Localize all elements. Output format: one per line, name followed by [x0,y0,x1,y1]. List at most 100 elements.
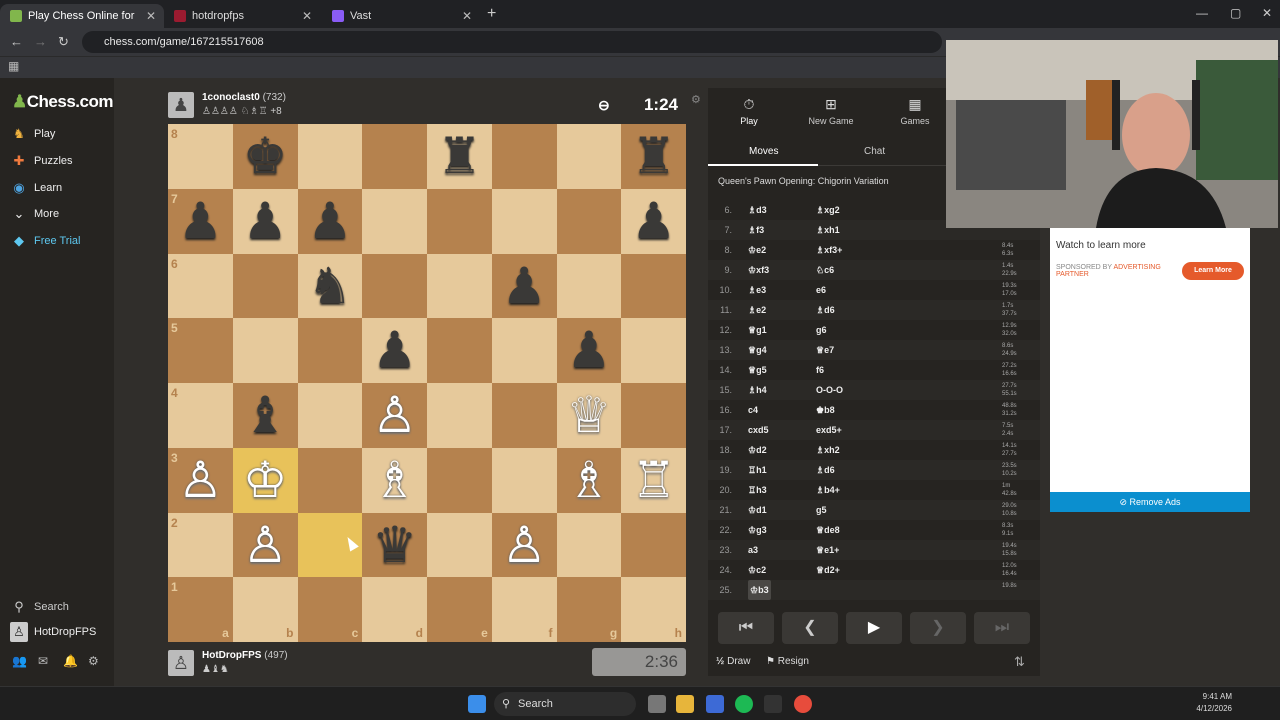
white-move[interactable]: ♗f3 [748,220,764,240]
forward-icon[interactable]: → [34,34,47,49]
white-move[interactable]: cxd5 [748,420,769,440]
square-a5[interactable]: 5 [168,318,233,383]
black-move[interactable]: ♗xh2 [816,440,840,460]
tab-vast[interactable]: Vast ✕ [322,4,480,28]
piece-d3[interactable]: ♗ [362,448,427,513]
square-f3[interactable] [491,447,557,513]
square-f4[interactable] [491,383,557,448]
apps-grid-icon[interactable]: ▦ [8,59,19,73]
spotify-icon[interactable] [735,695,753,713]
white-move[interactable]: ♖h1 [748,460,767,480]
windows-start-icon[interactable] [468,695,486,713]
url-field[interactable]: chess.com/game/167215517608 [82,31,942,53]
square-d8[interactable] [362,124,427,189]
square-h1[interactable]: h [621,577,686,642]
resign-button[interactable]: ⚑ Resign [766,656,809,667]
square-e3[interactable] [427,447,492,513]
piece-h3[interactable]: ♖ [621,448,686,513]
sidebar-item-learn[interactable]: ◉ Learn [10,178,62,198]
friends-icon[interactable]: 👥 [12,654,27,668]
black-move[interactable]: g6 [816,320,827,340]
black-move[interactable]: ♚b8 [816,400,835,420]
square-h6[interactable] [621,253,686,319]
piece-b7[interactable]: ♟ [233,189,298,254]
avatar[interactable]: ♟ [168,92,194,118]
tab-games[interactable]: ▦ Games [874,96,956,126]
square-c4[interactable] [297,383,363,448]
black-move[interactable]: f6 [816,360,824,380]
maximize-icon[interactable]: ▢ [1230,6,1241,20]
square-h2[interactable] [621,512,686,578]
white-move[interactable]: ♗d3 [748,200,767,220]
black-move[interactable]: ♗xh1 [816,220,840,240]
square-e1[interactable]: e [427,577,492,642]
piece-h8[interactable]: ♜ [621,124,686,189]
white-move[interactable]: ♔xf3 [748,260,769,280]
square-e2[interactable] [427,512,492,578]
black-move[interactable]: ♕e1+ [816,540,839,560]
square-d1[interactable]: d [362,577,427,642]
square-d6[interactable] [362,253,427,319]
notes-app-icon[interactable] [706,695,724,713]
black-move[interactable]: exd5+ [816,420,842,440]
file-explorer-icon[interactable] [676,695,694,713]
avatar[interactable]: ♙ [168,650,194,676]
square-f5[interactable] [491,318,557,383]
close-icon[interactable]: ✕ [462,4,472,28]
square-c1[interactable]: c [297,577,363,642]
piece-b2[interactable]: ♙ [233,513,298,578]
black-move[interactable]: ♗xg2 [816,200,840,220]
settings-icon[interactable]: ⚙ [691,93,701,106]
first-move-button[interactable]: ⏮ [718,612,774,644]
white-move[interactable]: ♔d1 [748,500,767,520]
square-a1[interactable]: 1a [168,577,233,642]
square-c3[interactable] [297,447,363,513]
square-e6[interactable] [427,253,492,319]
square-f7[interactable] [491,188,557,254]
draw-button[interactable]: ½ Draw [716,656,750,667]
black-move[interactable]: ♗b4+ [816,480,840,500]
next-move-button[interactable]: ❯ [910,612,966,644]
black-move[interactable]: ♕de8 [816,520,840,540]
black-move[interactable]: g5 [816,500,827,520]
square-b5[interactable] [232,318,298,383]
piece-g3[interactable]: ♗ [557,448,622,513]
sidebar-item-more[interactable]: ⌄ More [10,204,60,224]
white-move[interactable]: ♗h4 [748,380,767,400]
remove-ads-button[interactable]: ⊘ Remove Ads [1050,492,1250,512]
black-move[interactable]: ♗d6 [816,460,835,480]
sidebar-user[interactable]: ♙ HotDropFPS [10,622,96,642]
bottom-player-name[interactable]: HotDropFPS (497) [202,650,288,661]
black-move[interactable]: ♘c6 [816,260,834,280]
white-move[interactable]: ♔g3 [748,520,767,540]
white-move[interactable]: ♗e2 [748,300,766,320]
opening-name[interactable]: Queen's Pawn Opening: Chigorin Variation [718,176,889,186]
black-move[interactable]: ♕e7 [816,340,834,360]
piece-d2[interactable]: ♛ [362,513,427,578]
tab-play[interactable]: ⏱ Play [708,96,790,126]
task-view-icon[interactable] [648,695,666,713]
piece-d5[interactable]: ♟ [362,318,427,383]
taskbar-search[interactable]: ⚲ Search [494,692,636,716]
white-move[interactable]: ♔c2 [748,560,766,580]
white-move[interactable]: ♔d2 [748,440,767,460]
sidebar-search[interactable]: ⚲ Search [10,597,69,617]
square-g1[interactable]: g [556,577,622,642]
back-icon[interactable]: ← [10,34,23,49]
piece-g4[interactable]: ♕ [557,383,622,448]
prev-move-button[interactable]: ❮ [782,612,838,644]
sidebar-item-puzzles[interactable]: ✚ Puzzles [10,151,73,171]
black-move[interactable]: ♗xf3+ [816,240,842,260]
piece-h7[interactable]: ♟ [621,189,686,254]
square-h4[interactable] [621,383,686,448]
white-move[interactable]: ♕g4 [748,340,767,360]
piece-b4[interactable]: ♝ [233,383,298,448]
piece-d4[interactable]: ♙ [362,383,427,448]
chess-board[interactable]: 8 7 6 5 4 3 2 1 a b c d e f g h ♚ ♜ ♜ ♟ ♟ ♟ ♟ ♞ ♟ ♟ ♟ ♝ ♙ ♕ ♙ ♔ ♗ ♗ ♖ ♙ ♛ ♙ [168,124,686,642]
chrome-icon[interactable] [794,695,812,713]
move-list[interactable]: 6. ♗d3 ♗xg2 7. ♗f3 ♗xh1 8. ♔e2 ♗xf3+ 8.4s 6.3s 9. ♔x… [708,200,1040,606]
square-h5[interactable] [621,318,686,383]
close-icon[interactable]: ✕ [146,4,156,28]
square-g8[interactable] [556,124,622,189]
square-a4[interactable]: 4 [168,383,233,448]
